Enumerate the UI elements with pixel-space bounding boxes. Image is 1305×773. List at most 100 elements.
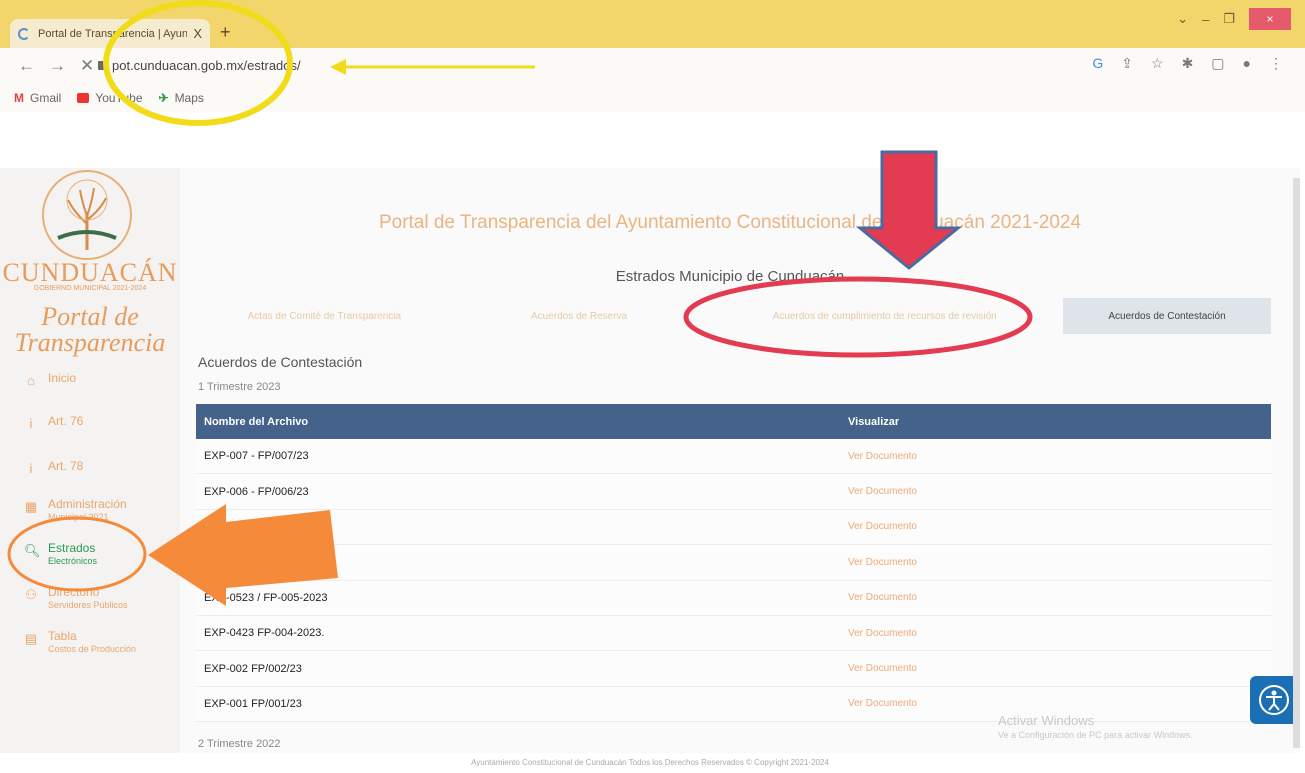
chevron-down-icon[interactable]: ⌄ <box>1177 11 1188 27</box>
portal-title-line2: Transparencia <box>14 328 166 357</box>
sidebar-item-sub: Costos de Producción <box>48 644 137 654</box>
bookmark-maps[interactable]: ✈ Maps <box>159 91 204 105</box>
sidebar-item-sub: Municipal 2021 <box>48 512 109 522</box>
tab-acuerdos-reserva[interactable]: Acuerdos de Reserva <box>451 298 707 334</box>
accessibility-button[interactable] <box>1250 676 1298 724</box>
file-name: EXP-002 FP/002/23 <box>204 662 302 675</box>
sidepanel-icon[interactable]: ▢ <box>1211 55 1224 72</box>
minimize-button[interactable]: – <box>1202 12 1209 27</box>
view-document-link[interactable]: Ver Documento <box>848 557 1271 568</box>
lock-icon <box>98 61 106 70</box>
sidebar-item-title: Tabla <box>48 629 77 643</box>
sidebar-item-inicio[interactable]: ⌂ Inicio <box>0 371 180 411</box>
sidebar-item-label: Inicio <box>48 371 77 385</box>
table-row: EXP-002 FP/002/23 Ver Documento <box>196 651 1271 687</box>
view-document-link[interactable]: Ver Documento <box>848 628 1271 639</box>
back-button[interactable]: ← <box>18 56 35 76</box>
tab-actas-comite[interactable]: Actas de Comité de Transparencia <box>197 298 452 334</box>
window-close-button[interactable]: × <box>1249 8 1291 30</box>
view-document-link[interactable]: Ver Documento <box>848 592 1271 603</box>
accessibility-icon <box>1259 685 1289 715</box>
bookmark-youtube[interactable]: YouTube <box>77 91 143 105</box>
extensions-icon[interactable]: ✱ <box>1182 55 1194 72</box>
profile-icon[interactable]: ● <box>1243 55 1251 72</box>
windows-activation-title: Activar Windows <box>998 713 1095 728</box>
search-icon: 🔍︎ <box>24 543 41 558</box>
table-row: Ver Documento <box>196 545 1271 581</box>
page-scrollbar[interactable] <box>1293 178 1300 748</box>
next-period-label: 2 Trimestre 2022 <box>198 738 281 750</box>
tab-acuerdos-contestacion[interactable]: Acuerdos de Contestación <box>1063 298 1271 334</box>
sidebar-item-art76[interactable]: i Art. 76 <box>0 414 180 454</box>
logo-subtitle: GOBIERNO MUNICIPAL 2021-2024 <box>33 285 147 292</box>
sidebar-item-art78[interactable]: i Art. 78 <box>0 459 180 499</box>
sidebar-item-sub: Servidores Públicos <box>48 600 128 610</box>
view-document-link[interactable]: Ver Documento <box>848 698 1271 709</box>
column-header-name: Nombre del Archivo <box>204 415 309 428</box>
estrados-title: Estrados Municipio de Cunduacán <box>615 268 845 285</box>
sidebar-item-administracion[interactable]: ▦ Administración Municipal 2021 <box>0 497 180 537</box>
new-tab-button[interactable]: + <box>220 22 231 43</box>
tab-acuerdos-cumplimiento[interactable]: Acuerdos de cumplimiento de recursos de … <box>706 298 1063 334</box>
address-bar[interactable]: pot.cunduacan.gob.mx/estrados/ <box>98 58 301 73</box>
file-name: EXP-0423 FP-004-2023. <box>204 627 325 640</box>
bookmarks-bar: M Gmail YouTube ✈ Maps <box>0 84 1305 112</box>
file-name: EXP-006 - FP/006/23 <box>204 485 309 498</box>
file-name: EXP-001 FP/001/23 <box>204 697 302 710</box>
info-icon: i <box>29 416 33 431</box>
web-page: CUNDUACÁN GOBIERNO MUNICIPAL 2021-2024 P… <box>0 168 1300 773</box>
documents-table: Nombre del Archivo Visualizar EXP-007 - … <box>196 404 1271 723</box>
main-content: Portal de Transparencia del Ayuntamiento… <box>180 168 1300 753</box>
table-row: EXP-001 FP/001/23 Ver Documento <box>196 686 1271 723</box>
table-row: EXP-007 - FP/007/23 Ver Documento <box>196 439 1271 475</box>
table-row: Ver Documento <box>196 509 1271 546</box>
view-document-link[interactable]: Ver Documento <box>848 521 1271 532</box>
bookmark-gmail[interactable]: M Gmail <box>14 91 61 105</box>
period-label: 1 Trimestre 2023 <box>198 381 281 393</box>
maps-icon: ✈ <box>158 91 169 105</box>
file-name: EXP-0523 / FP-005-2023 <box>204 591 328 604</box>
window-controls: ⌄ – ❐ × <box>1177 8 1291 30</box>
bookmark-label: YouTube <box>95 91 143 105</box>
star-icon[interactable]: ☆ <box>1151 55 1164 72</box>
sidebar-item-label: Tabla Costos de Producción <box>48 629 136 655</box>
sidebar-item-tabla[interactable]: ▤ Tabla Costos de Producción <box>0 629 180 669</box>
sidebar-item-title: Estrados <box>48 541 96 555</box>
sidebar: CUNDUACÁN GOBIERNO MUNICIPAL 2021-2024 P… <box>0 168 180 753</box>
section-heading: Acuerdos de Contestación <box>198 354 363 370</box>
gmail-icon: M <box>14 91 24 105</box>
url-text: pot.cunduacan.gob.mx/estrados/ <box>112 58 301 73</box>
sidebar-item-directorio[interactable]: ⚇ Directorio Servidores Públicos <box>0 585 180 625</box>
cunduacan-logo[interactable] <box>42 170 132 260</box>
page-footer: Ayuntamiento Constitucional de Cunduacán… <box>471 758 829 767</box>
sidebar-item-label: Estrados Electrónicos <box>48 541 97 567</box>
share-icon[interactable]: ⇪ <box>1121 55 1133 72</box>
tab-close-button[interactable]: X <box>193 26 202 41</box>
file-name: EXP-007 - FP/007/23 <box>204 450 309 463</box>
logo-wordmark: CUNDUACÁN <box>2 258 178 287</box>
menu-icon[interactable]: ⋮ <box>1269 55 1283 72</box>
table-row: EXP-0423 FP-004-2023. Ver Documento <box>196 615 1271 652</box>
sidebar-item-estrados[interactable]: 🔍︎ Estrados Electrónicos <box>0 541 180 581</box>
forward-button[interactable]: → <box>49 56 66 76</box>
view-document-link[interactable]: Ver Documento <box>848 451 1271 462</box>
calendar-icon: ▦ <box>24 499 38 514</box>
bookmark-label: Gmail <box>30 91 62 105</box>
toolbar-actions: G ⇪ ☆ ✱ ▢ ● ⋮ <box>1092 55 1283 72</box>
table-header: Nombre del Archivo Visualizar <box>196 404 1271 439</box>
estrados-tabs: Actas de Comité de Transparencia Acuerdo… <box>197 298 1271 334</box>
sidebar-item-label: Art. 78 <box>48 459 84 473</box>
view-document-link[interactable]: Ver Documento <box>848 486 1271 497</box>
portal-title: Portal de Transparencia <box>0 304 180 356</box>
people-icon: ⚇ <box>25 587 37 602</box>
maximize-button[interactable]: ❐ <box>1223 11 1235 27</box>
home-icon: ⌂ <box>27 373 35 388</box>
page-title: Portal de Transparencia del Ayuntamiento… <box>378 212 1082 233</box>
browser-tab[interactable]: Portal de Transparencia | Ayuntam X <box>10 19 210 48</box>
sidebar-item-sub: Electrónicos <box>48 556 98 566</box>
sidebar-item-label: Directorio Servidores Públicos <box>48 585 128 611</box>
windows-activation-sub: Ve a Configuración de PC para activar Wi… <box>998 730 1193 740</box>
stop-button[interactable]: ✕ <box>80 56 94 76</box>
google-icon[interactable]: G <box>1092 55 1103 72</box>
view-document-link[interactable]: Ver Documento <box>848 663 1271 674</box>
